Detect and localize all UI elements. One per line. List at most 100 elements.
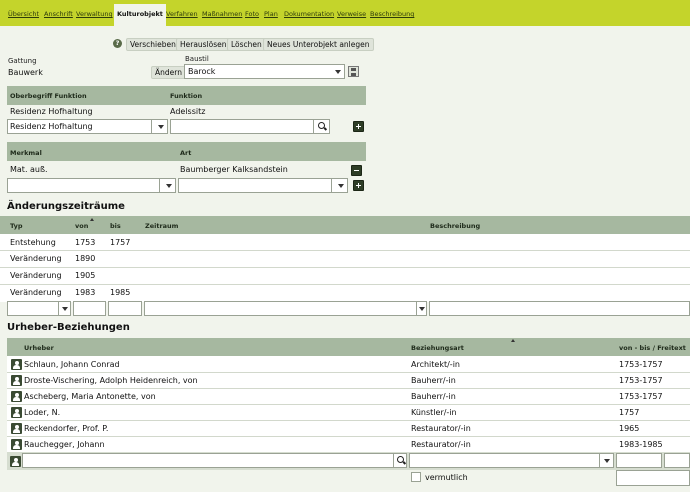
cell-beziehungsart: Bauherr/-in	[411, 376, 456, 385]
cell-typ: Entstehung	[10, 238, 56, 247]
tab-massnahmen[interactable]: Maßnahmen	[202, 10, 242, 18]
neues-unterobjekt-button[interactable]: Neues Unterobjekt anlegen	[263, 38, 374, 51]
aendern-button[interactable]: Ändern	[151, 66, 186, 79]
add-merkmal-button[interactable]	[353, 180, 364, 191]
cell-beziehungsart: Restaurator/-in	[411, 440, 471, 449]
chevron-down-icon	[62, 307, 68, 311]
cell-typ: Veränderung	[10, 271, 62, 280]
funktion-search-input[interactable]	[170, 119, 330, 134]
table-row[interactable]: Droste-Vischering, Adolph Heidenreich, v…	[7, 372, 690, 388]
header-von-bis-freitext[interactable]: von - bis / Freitext	[619, 344, 686, 352]
person-icon[interactable]	[11, 359, 22, 370]
search-icon[interactable]	[318, 122, 325, 129]
help-icon[interactable]: ?	[113, 39, 122, 48]
table-row[interactable]: Ascheberg, Maria Antonette, von Bauherr/…	[7, 388, 690, 404]
table-row[interactable]: Veränderung 1905	[0, 268, 690, 284]
vermutlich-checkbox[interactable]	[411, 472, 421, 482]
art-select[interactable]	[178, 178, 348, 193]
cell-von-bis: 1965	[619, 424, 640, 433]
cell-typ: Veränderung	[10, 288, 62, 297]
vermutlich-label: vermutlich	[425, 473, 468, 482]
header-urheber[interactable]: Urheber	[24, 344, 54, 352]
tab-verweise[interactable]: Verweise	[337, 10, 366, 18]
baustil-select[interactable]: Barock	[184, 64, 345, 79]
select-divider	[331, 179, 332, 192]
add-person-icon[interactable]	[10, 456, 21, 467]
tab-plan[interactable]: Plan	[264, 10, 278, 18]
add-funktion-button[interactable]	[353, 121, 364, 132]
von-bis-input[interactable]	[616, 453, 662, 468]
table-row[interactable]: Loder, N. Künstler/-in 1757	[7, 404, 690, 420]
tab-uebersicht[interactable]: Übersicht	[8, 10, 39, 18]
chevron-down-icon	[166, 184, 172, 188]
tab-beschreibung[interactable]: Beschreibung	[370, 10, 414, 18]
table-row[interactable]: Veränderung 1983 1985	[0, 285, 690, 301]
header-bis[interactable]: bis	[110, 222, 121, 230]
herausloesen-button[interactable]: Herauslösen	[176, 38, 231, 51]
urheber-header	[7, 338, 690, 356]
typ-select[interactable]	[7, 301, 71, 316]
tab-foto[interactable]: Foto	[245, 10, 259, 18]
header-von[interactable]: von	[75, 222, 88, 230]
freitext-input[interactable]	[664, 453, 690, 468]
baustil-label: Baustil	[185, 55, 209, 63]
beziehungsart-select[interactable]	[409, 453, 614, 468]
verschieben-button[interactable]: Verschieben	[126, 38, 180, 51]
sort-asc-icon	[511, 339, 515, 342]
cell-von-bis: 1983-1985	[619, 440, 663, 449]
header-beschreibung[interactable]: Beschreibung	[430, 222, 480, 230]
header-oberbegriff-funktion: Oberbegriff Funktion	[10, 92, 87, 100]
gattung-label: Gattung	[8, 57, 37, 65]
tab-verwaltung[interactable]: Verwaltung	[76, 10, 113, 18]
tab-anschrift[interactable]: Anschrift	[44, 10, 73, 18]
save-icon[interactable]	[348, 66, 359, 77]
aenderung-title: Änderungszeiträume	[7, 201, 125, 212]
chevron-down-icon	[158, 125, 164, 129]
header-zeitraum[interactable]: Zeitraum	[145, 222, 178, 230]
table-row[interactable]: Entstehung 1753 1757	[0, 234, 690, 250]
merkmal-row-merkmal: Mat. auß.	[10, 165, 48, 174]
cell-beziehungsart: Architekt/-in	[411, 360, 460, 369]
select-divider	[416, 302, 417, 315]
tab-dokumentation[interactable]: Dokumentation	[284, 10, 334, 18]
person-icon[interactable]	[11, 439, 22, 450]
tab-verfahren[interactable]: Verfahren	[166, 10, 198, 18]
merkmal-row-art: Baumberger Kalksandstein	[180, 165, 288, 174]
tab-kulturobjekt[interactable]: Kulturobjekt	[114, 4, 166, 26]
select-divider	[159, 179, 160, 192]
cell-bis: 1757	[110, 238, 131, 247]
header-typ[interactable]: Typ	[10, 222, 23, 230]
cell-urheber: Schlaun, Johann Conrad	[24, 360, 120, 369]
cell-von: 1983	[75, 288, 96, 297]
baustil-value: Barock	[188, 67, 216, 76]
table-row[interactable]: Veränderung 1890	[0, 251, 690, 267]
remove-merkmal-button[interactable]	[351, 165, 362, 176]
cell-urheber: Rauchegger, Johann	[24, 440, 105, 449]
loeschen-button[interactable]: Löschen	[227, 38, 266, 51]
cell-von-bis: 1753-1757	[619, 392, 663, 401]
chevron-down-icon	[419, 307, 425, 311]
header-beziehungsart[interactable]: Beziehungsart	[411, 344, 464, 352]
freitext-extra-input[interactable]	[616, 470, 690, 486]
table-row[interactable]: Schlaun, Johann Conrad Architekt/-in 175…	[7, 356, 690, 372]
person-icon[interactable]	[11, 407, 22, 418]
urheber-search-input[interactable]	[22, 453, 407, 468]
search-icon[interactable]	[397, 456, 404, 463]
oberbegriff-funktion-select[interactable]: Residenz Hofhaltung	[7, 119, 168, 134]
cell-von: 1905	[75, 271, 96, 280]
beschreibung-input[interactable]	[429, 301, 690, 316]
bis-input[interactable]	[108, 301, 142, 316]
table-row[interactable]: Rauchegger, Johann Restaurator/-in 1983-…	[7, 436, 690, 452]
oberbegriff-funktion-value: Residenz Hofhaltung	[10, 122, 93, 131]
cell-beziehungsart: Künstler/-in	[411, 408, 457, 417]
person-icon[interactable]	[11, 375, 22, 386]
merkmal-select[interactable]	[7, 178, 176, 193]
urheber-title: Urheber-Beziehungen	[7, 322, 130, 333]
table-row[interactable]: Reckendorfer, Prof. P. Restaurator/-in 1…	[7, 420, 690, 436]
person-icon[interactable]	[11, 423, 22, 434]
header-funktion: Funktion	[170, 92, 203, 100]
select-divider	[151, 120, 152, 133]
person-icon[interactable]	[11, 391, 22, 402]
zeitraum-select[interactable]	[144, 301, 427, 316]
von-input[interactable]	[73, 301, 106, 316]
